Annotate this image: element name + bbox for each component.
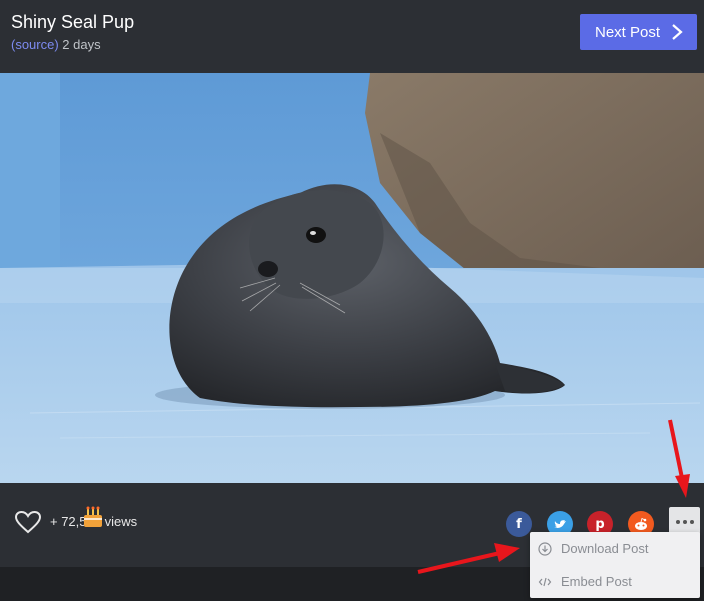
menu-item-embed-post[interactable]: Embed Post	[530, 565, 700, 598]
more-options-menu: Download Post Embed Post	[530, 532, 700, 598]
reddit-icon	[635, 517, 647, 530]
facebook-share-button[interactable]: f	[506, 511, 532, 537]
pinterest-icon: p	[595, 516, 605, 532]
code-icon	[538, 577, 552, 586]
heart-icon[interactable]	[14, 510, 42, 534]
source-link[interactable]: (source)	[11, 37, 59, 52]
download-icon	[538, 541, 552, 556]
post-media	[0, 73, 704, 483]
menu-item-label: Embed Post	[561, 574, 632, 589]
next-post-label: Next Post	[595, 23, 661, 41]
twitter-icon	[554, 520, 566, 528]
menu-item-download-post[interactable]: Download Post	[530, 532, 700, 565]
menu-item-label: Download Post	[561, 541, 649, 556]
facebook-icon: f	[516, 516, 522, 532]
post-age: 2 days	[58, 37, 101, 52]
cake-icon	[84, 506, 102, 527]
chevron-right-icon	[672, 24, 683, 40]
post-header: Shiny Seal Pup (source) 2 days Next Post	[0, 0, 704, 73]
post-title: Shiny Seal Pup	[11, 12, 135, 32]
dot	[682, 520, 687, 524]
seal-image	[0, 73, 704, 483]
next-post-button[interactable]: Next Post	[580, 14, 697, 50]
post-meta: (source) 2 days	[11, 37, 101, 52]
dot	[689, 520, 694, 524]
dot	[675, 520, 680, 524]
